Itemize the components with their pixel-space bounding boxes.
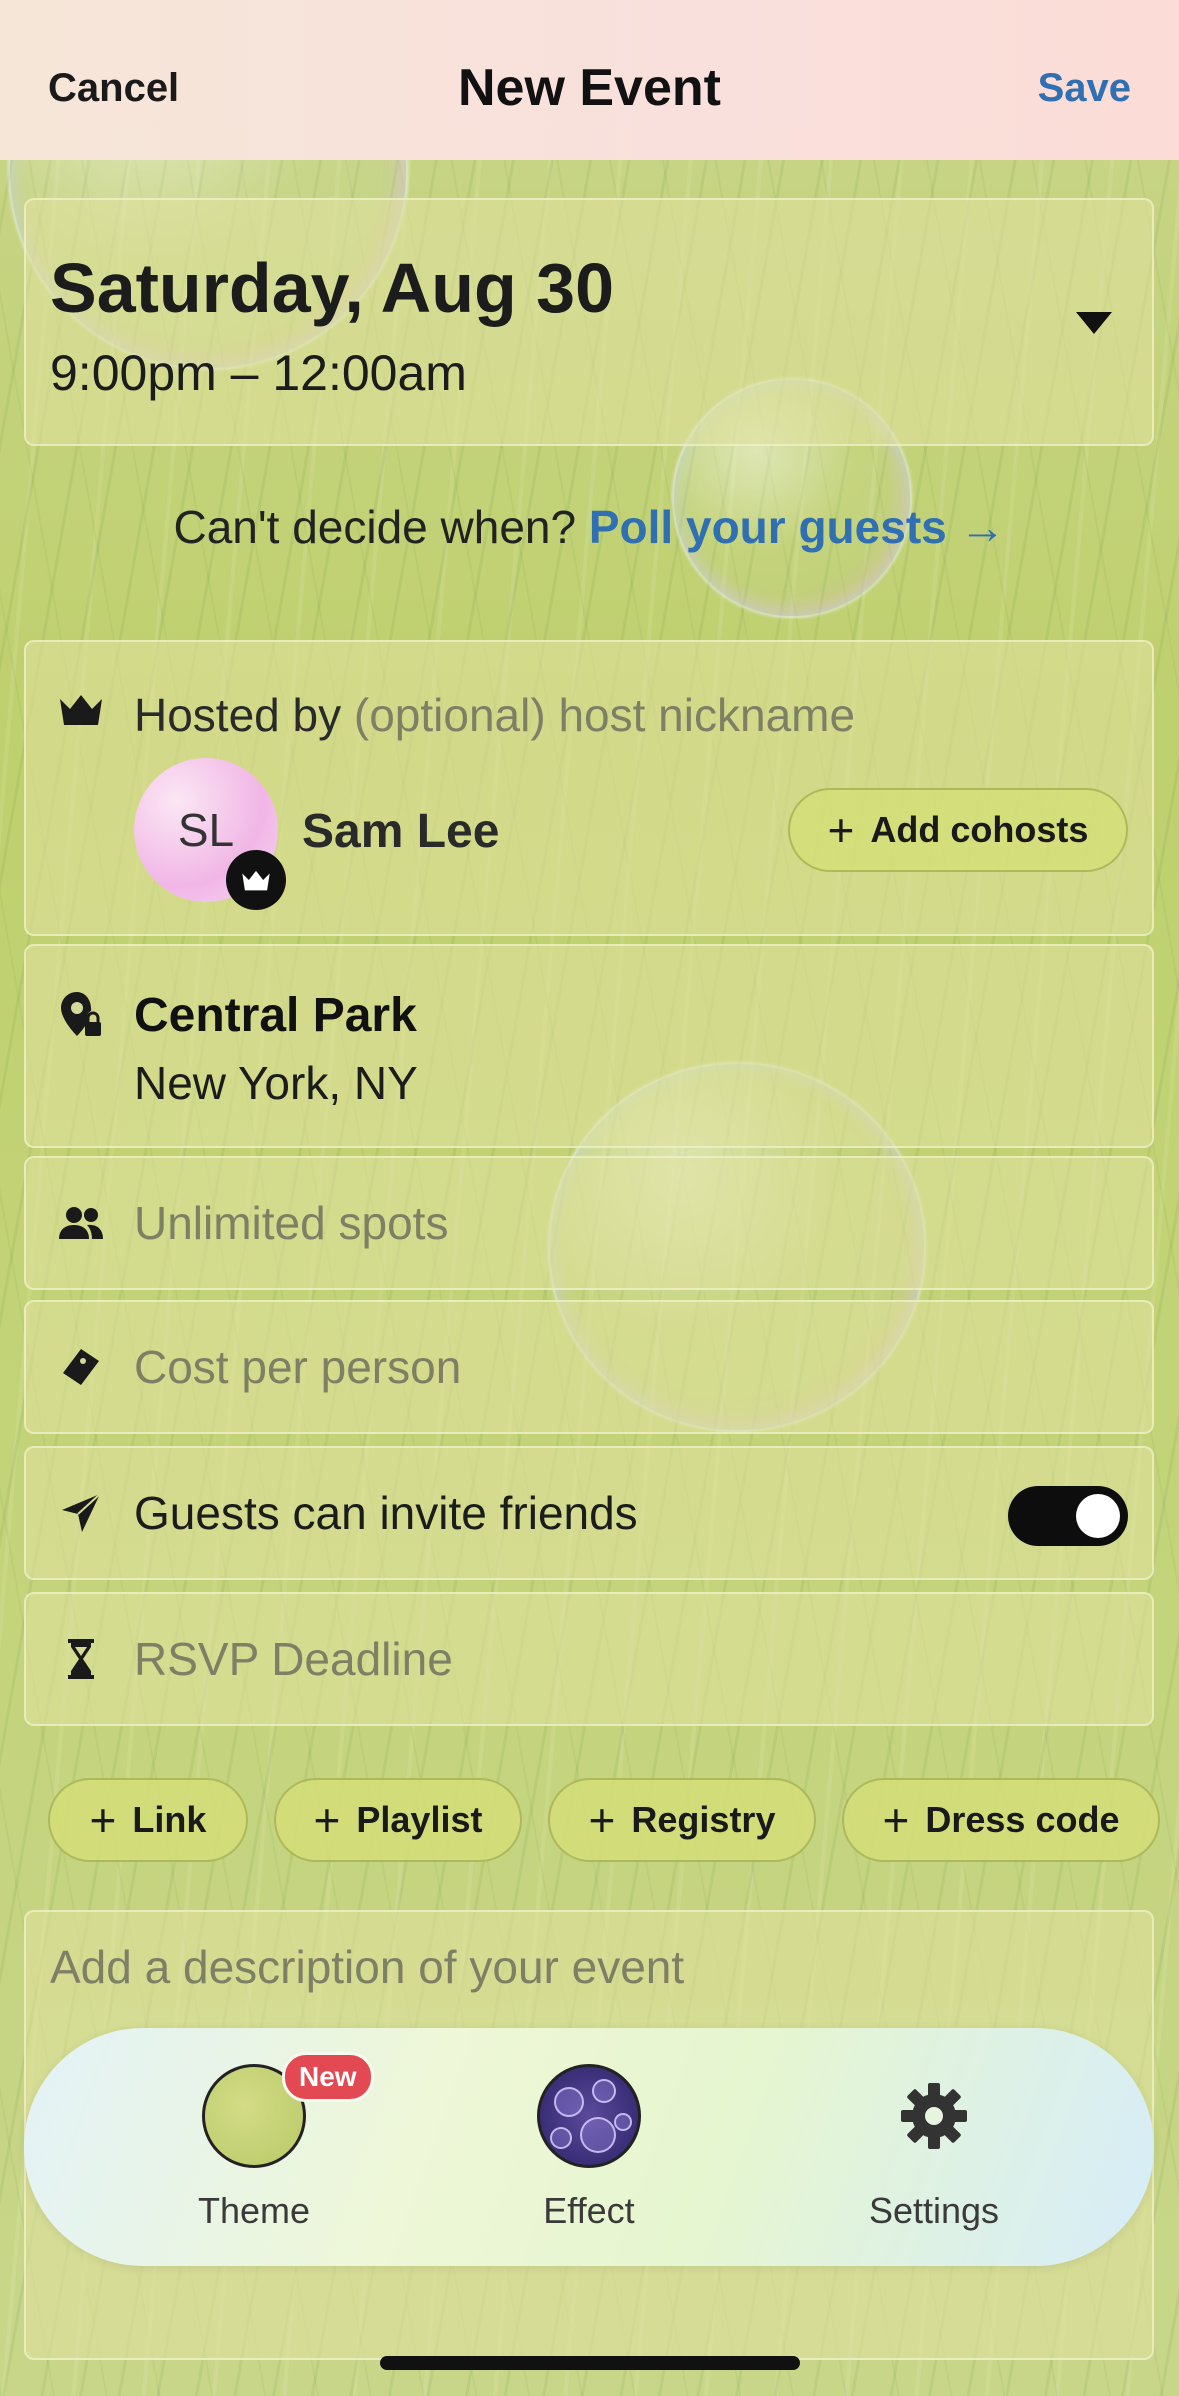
host-nickname-field[interactable]: Hosted by (optional) host nickname [134,688,855,742]
chip-label: Registry [631,1799,776,1840]
add-dress-code-chip[interactable]: + Dress code [842,1778,1160,1862]
add-cohosts-label: Add cohosts [870,809,1089,850]
host-label: Hosted by [134,689,342,741]
bubbles-effect-icon [537,2064,641,2168]
crown-icon [56,684,106,734]
event-date: Saturday, Aug 30 [50,249,615,327]
location-city: New York, NY [134,1057,418,1109]
add-registry-chip[interactable]: + Registry [548,1778,816,1862]
invite-friends-label: Guests can invite friends [134,1487,638,1539]
host-section: Hosted by (optional) host nickname SL Sa… [24,640,1154,936]
chevron-down-icon[interactable] [1076,312,1112,334]
invite-friends-row: Guests can invite friends [24,1446,1154,1580]
date-time-picker[interactable]: Saturday, Aug 30 9:00pm – 12:00am [24,198,1154,446]
plus-icon: + [588,1794,616,1846]
effect-button[interactable]: Effect [469,2064,709,2232]
add-cohosts-button[interactable]: + Add cohosts [788,788,1128,872]
plus-icon: + [313,1794,341,1846]
ticket-icon [56,1342,106,1392]
chip-label: Playlist [356,1799,483,1840]
cost-placeholder: Cost per person [134,1341,462,1393]
poll-prompt: Can't decide when? Poll your guests → [0,500,1179,554]
rsvp-deadline-field[interactable]: RSVP Deadline [24,1592,1154,1726]
plus-icon: + [89,1794,117,1846]
poll-guests-link[interactable]: Poll your guests → [589,501,1006,553]
plus-icon: + [827,804,855,856]
page-title: New Event [458,59,721,117]
invite-friends-toggle[interactable] [1008,1486,1128,1546]
save-button[interactable]: Save [1038,66,1131,111]
home-indicator[interactable] [380,2356,800,2370]
nav-header: Cancel New Event Save [0,0,1179,160]
bottom-dock: Theme New Effect Settings [24,2028,1154,2266]
spots-field[interactable]: Unlimited spots [24,1156,1154,1290]
rsvp-placeholder: RSVP Deadline [134,1633,453,1685]
hourglass-icon [56,1634,106,1684]
chip-label: Dress code [925,1799,1120,1840]
settings-button[interactable]: Settings [814,2064,1054,2232]
add-link-chip[interactable]: + Link [48,1778,248,1862]
poll-prompt-text: Can't decide when? [173,501,577,553]
chip-label: Link [132,1799,207,1840]
effect-label: Effect [543,2190,635,2231]
host-nickname-placeholder: (optional) host nickname [353,689,856,741]
new-badge: New [282,2052,374,2102]
send-icon [56,1488,106,1538]
host-crown-badge-icon [226,850,286,910]
event-time-range: 9:00pm – 12:00am [50,345,467,401]
location-field[interactable]: Central Park New York, NY [24,944,1154,1148]
gear-icon [882,2064,986,2168]
host-name: Sam Lee [302,805,500,858]
plus-icon: + [882,1794,910,1846]
spots-placeholder: Unlimited spots [134,1197,449,1249]
settings-label: Settings [868,2190,1000,2231]
toggle-knob [1076,1494,1120,1538]
location-lock-icon [56,990,106,1040]
people-icon [56,1198,106,1248]
extras-chip-row: + Link + Playlist + Registry + Dress cod… [0,1778,1179,1864]
cost-field[interactable]: Cost per person [24,1300,1154,1434]
avatar-initials: SL [177,804,235,856]
location-name: Central Park [134,989,417,1042]
add-playlist-chip[interactable]: + Playlist [274,1778,522,1862]
theme-label: Theme [197,2190,311,2231]
description-placeholder: Add a description of your event [50,1941,685,1993]
